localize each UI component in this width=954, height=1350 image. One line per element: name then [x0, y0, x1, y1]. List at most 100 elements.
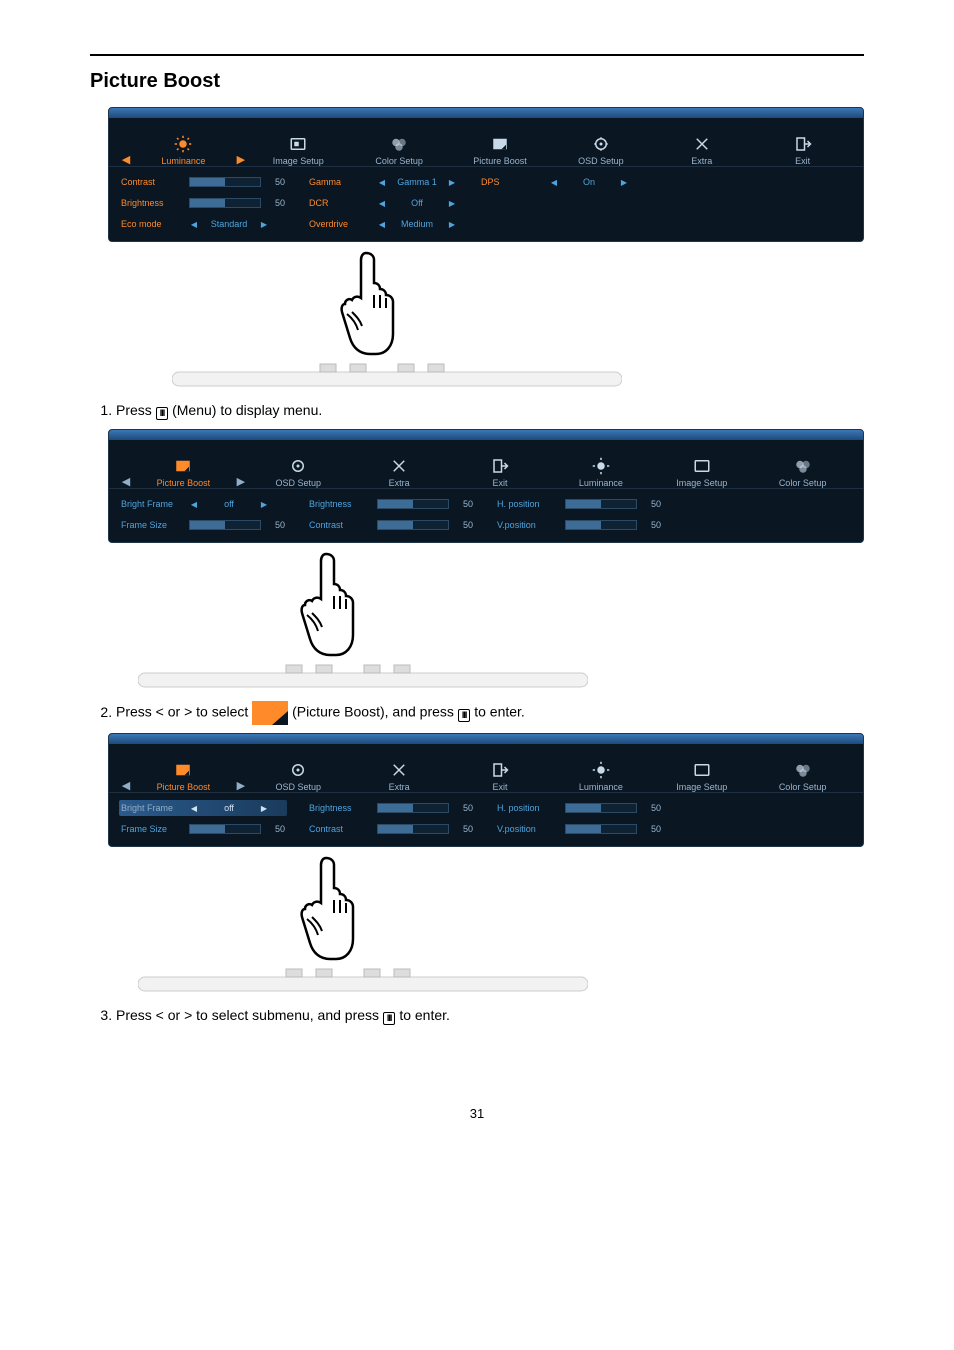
setting-label: Bright Frame	[121, 499, 183, 509]
right-arrow-icon[interactable]: ▶	[447, 178, 457, 187]
right-arrow-icon[interactable]: ▶	[259, 804, 269, 813]
setting-option: Medium	[393, 219, 441, 229]
tab-exit[interactable]: Exit	[752, 135, 853, 166]
setting-option: off	[205, 803, 253, 813]
slider[interactable]	[565, 520, 637, 530]
setting-label: Brightness	[309, 499, 371, 509]
setting-label: H. position	[497, 499, 559, 509]
slider[interactable]	[189, 177, 261, 187]
tab-image-setup[interactable]: Image Setup	[651, 761, 752, 792]
slider[interactable]	[189, 198, 261, 208]
setting-option: On	[565, 177, 613, 187]
left-arrow-icon[interactable]: ◀	[377, 178, 387, 187]
setting-label: DPS	[481, 177, 543, 187]
tab-luminance[interactable]: Luminance	[550, 761, 651, 792]
tab-label: Image Setup	[676, 782, 727, 792]
osd-panel-picture-boost: ◀ Picture Boost ▶ OSD Setup Extra Exit	[108, 429, 864, 543]
menu-button-icon: III	[156, 407, 169, 420]
slider[interactable]	[565, 803, 637, 813]
highlighted-row[interactable]: Bright Frame ◀ off ▶	[119, 800, 287, 816]
tab-label: Color Setup	[375, 156, 423, 166]
nav-left-icon[interactable]: ◀	[119, 779, 133, 792]
tab-extra[interactable]: Extra	[349, 457, 450, 488]
tab-label: Luminance	[579, 782, 623, 792]
setting-value: 50	[643, 824, 661, 834]
osd-setup-icon	[592, 135, 610, 153]
tab-label: Extra	[389, 782, 410, 792]
slider[interactable]	[377, 520, 449, 530]
tab-color-setup[interactable]: Color Setup	[752, 457, 853, 488]
setting-label: H. position	[497, 803, 559, 813]
slider[interactable]	[189, 824, 261, 834]
right-arrow-icon[interactable]: ▶	[259, 500, 269, 509]
hand-illustration	[108, 244, 864, 394]
setting-value: 50	[267, 177, 285, 187]
tab-label: OSD Setup	[276, 478, 322, 488]
slider[interactable]	[377, 803, 449, 813]
slider[interactable]	[377, 824, 449, 834]
nav-right-icon[interactable]: ▶	[234, 779, 248, 792]
tab-exit[interactable]: Exit	[450, 761, 551, 792]
left-arrow-icon[interactable]: ◀	[549, 178, 559, 187]
right-arrow-icon[interactable]: ▶	[619, 178, 629, 187]
nav-left-icon[interactable]: ◀	[119, 475, 133, 488]
left-arrow-icon[interactable]: ◀	[377, 220, 387, 229]
slider[interactable]	[189, 520, 261, 530]
nav-left-icon[interactable]: ◀	[119, 153, 133, 166]
step-3: Press < or > to select submenu, and pres…	[116, 1005, 864, 1026]
slider[interactable]	[377, 499, 449, 509]
tab-picture-boost[interactable]: Picture Boost	[450, 135, 551, 166]
tab-luminance[interactable]: Luminance	[550, 457, 651, 488]
step-text: to enter.	[474, 704, 525, 720]
hand-illustration	[108, 849, 864, 999]
left-arrow-icon[interactable]: ◀	[189, 220, 199, 229]
slider[interactable]	[565, 499, 637, 509]
tab-label: Extra	[691, 156, 712, 166]
tab-label: Color Setup	[779, 782, 827, 792]
tab-label: Picture Boost	[157, 478, 211, 488]
step-text: Press < or > to select submenu, and pres…	[116, 1007, 383, 1023]
tab-label: Luminance	[579, 478, 623, 488]
button-bar-icon	[138, 659, 588, 695]
left-arrow-icon[interactable]: ◀	[189, 804, 199, 813]
tab-osd-setup[interactable]: OSD Setup	[550, 135, 651, 166]
tab-osd-setup[interactable]: OSD Setup	[248, 761, 349, 792]
picture-boost-icon	[174, 457, 192, 475]
tab-color-setup[interactable]: Color Setup	[752, 761, 853, 792]
setting-label: Bright Frame	[121, 803, 183, 813]
tab-label: Exit	[795, 156, 810, 166]
setting-value: 50	[267, 520, 285, 530]
tab-extra[interactable]: Extra	[349, 761, 450, 792]
tab-picture-boost[interactable]: Picture Boost	[133, 457, 234, 488]
tab-image-setup[interactable]: Image Setup	[651, 457, 752, 488]
right-arrow-icon[interactable]: ▶	[259, 220, 269, 229]
pointing-hand-icon	[298, 549, 358, 659]
image-setup-icon	[693, 457, 711, 475]
step-text: Press < or > to select	[116, 704, 252, 720]
tab-color-setup[interactable]: Color Setup	[349, 135, 450, 166]
tab-extra[interactable]: Extra	[651, 135, 752, 166]
tab-picture-boost[interactable]: Picture Boost	[133, 761, 234, 792]
setting-value: 50	[643, 520, 661, 530]
image-setup-icon	[289, 135, 307, 153]
tab-label: OSD Setup	[578, 156, 624, 166]
setting-option: off	[205, 499, 253, 509]
tab-osd-setup[interactable]: OSD Setup	[248, 457, 349, 488]
nav-right-icon[interactable]: ▶	[234, 475, 248, 488]
section-title: Picture Boost	[90, 70, 864, 93]
tab-exit[interactable]: Exit	[450, 457, 551, 488]
setting-value: 50	[643, 499, 661, 509]
tab-image-setup[interactable]: Image Setup	[248, 135, 349, 166]
slider[interactable]	[565, 824, 637, 834]
picture-boost-icon	[491, 135, 509, 153]
hand-illustration	[108, 545, 864, 695]
left-arrow-icon[interactable]: ◀	[377, 199, 387, 208]
right-arrow-icon[interactable]: ▶	[447, 199, 457, 208]
setting-value: 50	[267, 198, 285, 208]
exit-icon	[491, 457, 509, 475]
nav-right-icon[interactable]: ▶	[234, 153, 248, 166]
tab-luminance[interactable]: Luminance	[133, 135, 234, 166]
left-arrow-icon[interactable]: ◀	[189, 500, 199, 509]
osd-setup-icon	[289, 457, 307, 475]
right-arrow-icon[interactable]: ▶	[447, 220, 457, 229]
